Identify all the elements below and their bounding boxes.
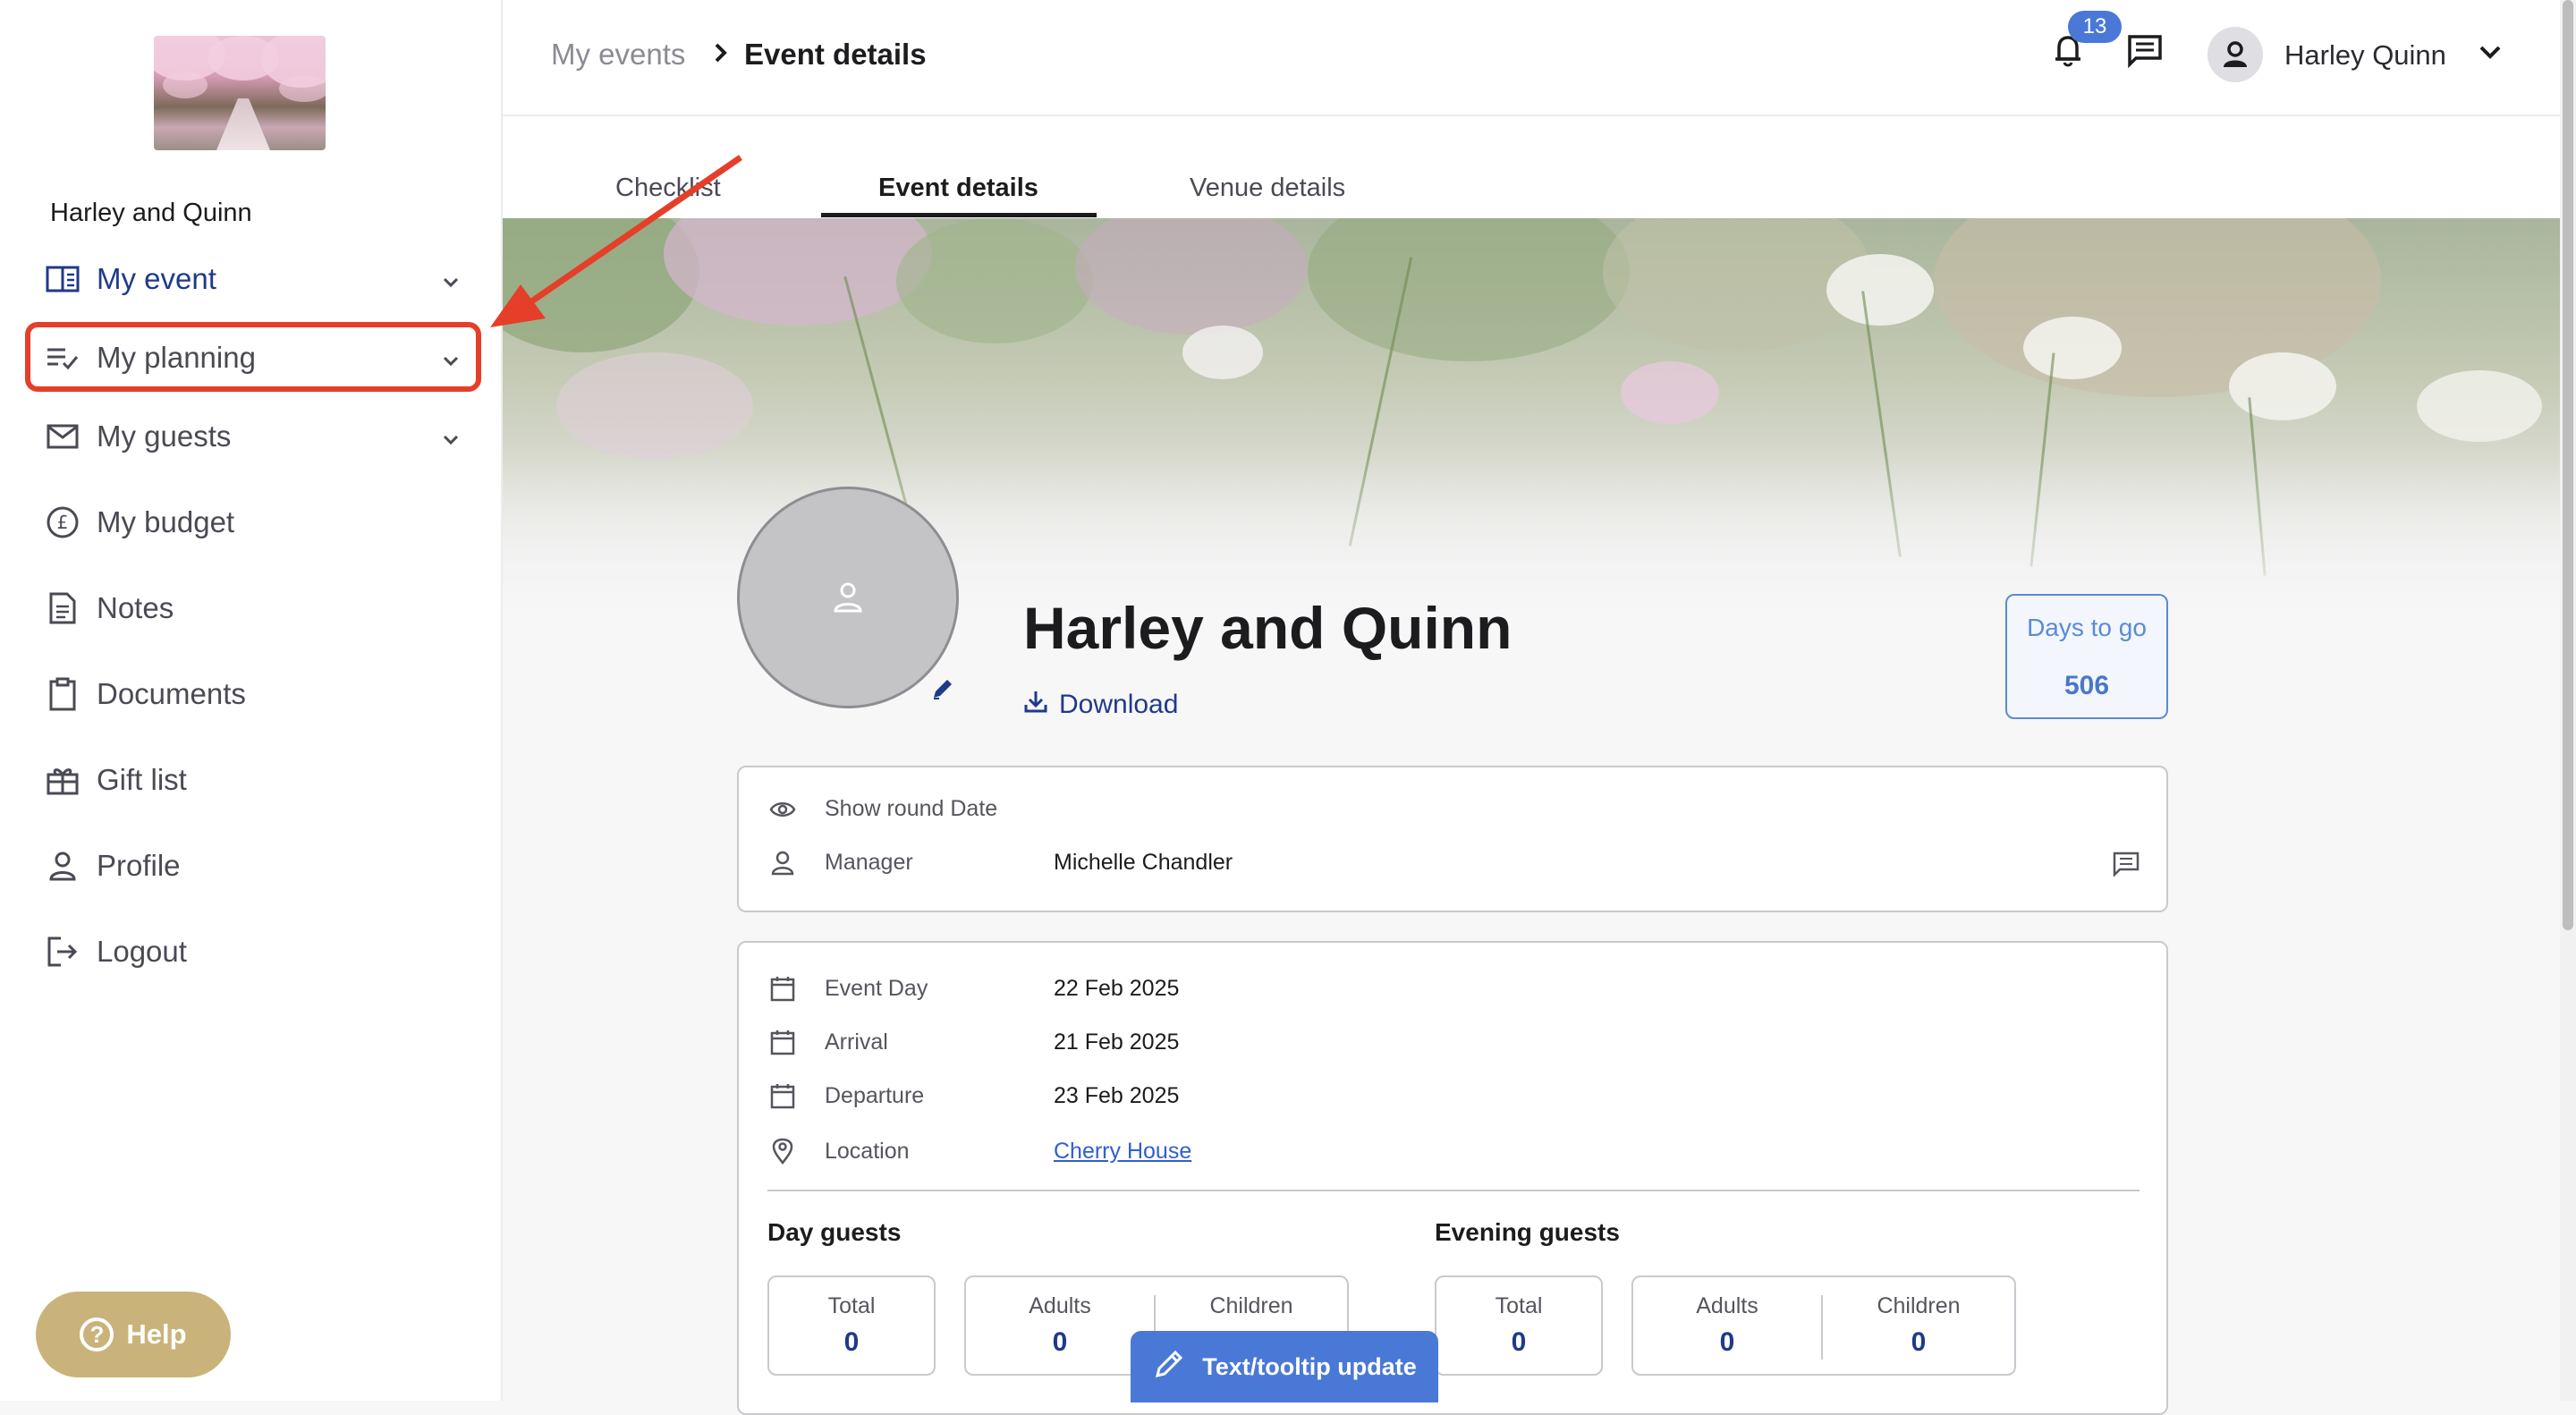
person-icon: [767, 851, 798, 876]
calendar-icon: [767, 975, 798, 1002]
sidebar-item-documents[interactable]: Documents: [36, 665, 474, 723]
sidebar-item-my-budget[interactable]: £ My budget: [36, 494, 474, 551]
gift-icon: [41, 758, 84, 801]
calendar-icon: [767, 1029, 798, 1055]
arrival-row: Arrival 21 Feb 2025: [767, 1029, 1179, 1055]
sidebar-item-notes[interactable]: Notes: [36, 580, 474, 637]
event-cover-image[interactable]: [154, 36, 326, 150]
tab-checklist[interactable]: Checklist: [615, 174, 721, 203]
details-card: Event Day 22 Feb 2025 Arrival 21 Feb 202…: [737, 941, 2168, 1415]
show-round-date-row[interactable]: Show round Date: [767, 796, 1054, 822]
chevron-down-icon: [440, 424, 462, 458]
pound-coin-icon: £: [41, 501, 84, 544]
day-guests-title: Day guests: [767, 1218, 902, 1246]
person-icon: [41, 844, 84, 887]
day-guests-total-box: Total 0: [767, 1275, 936, 1376]
chevron-down-icon: [440, 267, 462, 301]
pencil-icon: [1152, 1347, 1186, 1387]
sidebar-item-gift-list[interactable]: Gift list: [36, 751, 474, 809]
note-icon: [41, 587, 84, 630]
chevron-right-icon: [710, 39, 732, 71]
message-manager-icon[interactable]: [2113, 852, 2140, 881]
download-link[interactable]: Download: [1023, 689, 1178, 721]
sidebar-item-my-event[interactable]: My event: [36, 250, 474, 308]
event-profile-photo[interactable]: [737, 487, 959, 708]
sidebar-item-logout[interactable]: Logout: [36, 923, 474, 980]
evening-guests-total: 0: [1511, 1327, 1527, 1357]
person-placeholder-icon: [834, 582, 862, 613]
clipboard-icon: [41, 673, 84, 716]
location-row: Location Cherry House: [767, 1138, 1191, 1165]
tab-event-details[interactable]: Event details: [878, 174, 1038, 203]
divider: [767, 1190, 2140, 1191]
question-icon: ?: [80, 1318, 114, 1351]
active-tab-indicator: [821, 213, 1097, 217]
scrollbar-thumb[interactable]: [2563, 0, 2573, 930]
eye-icon: [767, 800, 798, 819]
user-name[interactable]: Harley Quinn: [2284, 39, 2446, 72]
location-link[interactable]: Cherry House: [1054, 1139, 1191, 1165]
calendar-icon: [767, 1082, 798, 1109]
tab-bar: Checklist Event details Venue details: [503, 116, 2560, 218]
day-guests-adults: 0: [1052, 1327, 1068, 1357]
evening-guests-breakdown-box: Adults 0 Children 0: [1631, 1275, 2016, 1376]
tab-venue-details[interactable]: Venue details: [1190, 174, 1345, 203]
sidebar-event-name: Harley and Quinn: [50, 199, 252, 227]
sidebar: Harley and Quinn My event My planning My…: [0, 0, 503, 1401]
manager-row: Manager Michelle Chandler: [767, 850, 1233, 876]
text-tooltip-update-button[interactable]: Text/tooltip update: [1131, 1331, 1438, 1402]
mail-icon: [41, 415, 84, 458]
evening-guests-title: Evening guests: [1435, 1218, 1620, 1246]
days-to-go-label: Days to go: [2027, 614, 2147, 641]
download-icon: [1023, 689, 1048, 721]
notification-badge: 13: [2068, 11, 2122, 43]
manager-name: Michelle Chandler: [1054, 850, 1233, 875]
days-to-go-card: Days to go 506: [2005, 594, 2168, 719]
info-card: Show round Date Manager Michelle Chandle…: [737, 766, 2168, 912]
edit-photo-icon[interactable]: [930, 676, 955, 706]
breadcrumb-event-details: Event details: [744, 38, 927, 71]
event-title: Harley and Quinn: [1023, 595, 1513, 661]
event-day-row: Event Day 22 Feb 2025: [767, 975, 1179, 1002]
chevron-down-icon[interactable]: [2478, 41, 2503, 67]
logout-icon: [41, 930, 84, 973]
annotation-highlight-box: [25, 322, 481, 392]
user-avatar[interactable]: [2207, 27, 2263, 82]
evening-guests-adults: 0: [1719, 1327, 1735, 1357]
evening-guests-total-box: Total 0: [1435, 1275, 1603, 1376]
help-button[interactable]: ? Help: [36, 1292, 231, 1377]
top-header: My events Event details 13 Harley Quinn: [503, 0, 2560, 116]
breadcrumb-my-events[interactable]: My events: [551, 38, 685, 72]
days-to-go-value: 506: [2063, 671, 2110, 700]
location-pin-icon: [767, 1138, 798, 1165]
departure-row: Departure 23 Feb 2025: [767, 1082, 1179, 1109]
chat-icon[interactable]: [2127, 34, 2163, 72]
day-guests-total: 0: [843, 1327, 860, 1357]
page-scrollbar[interactable]: [2560, 0, 2576, 1401]
svg-text:£: £: [57, 512, 69, 533]
sidebar-item-profile[interactable]: Profile: [36, 837, 474, 894]
sidebar-item-my-guests[interactable]: My guests: [36, 408, 474, 465]
book-icon: [41, 258, 84, 301]
evening-guests-children: 0: [1911, 1327, 1927, 1357]
